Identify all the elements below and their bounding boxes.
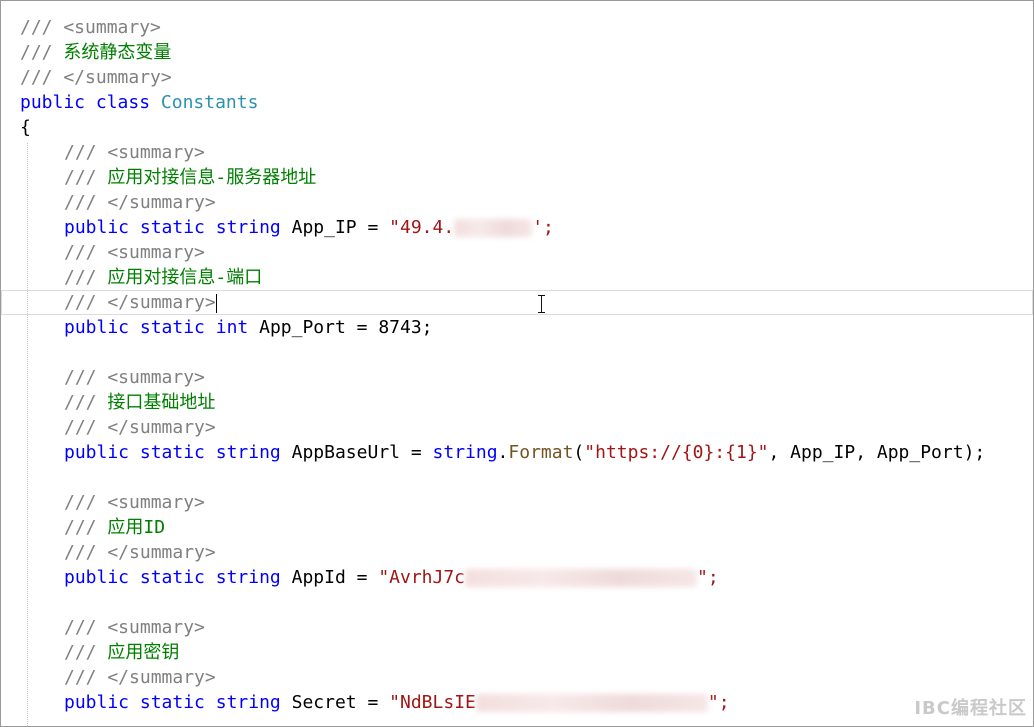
- doc-summary-open: /// <summary>: [64, 367, 205, 388]
- keyword: public: [64, 317, 130, 338]
- text-cursor-ibeam-icon: [537, 295, 547, 313]
- doc-prefix: ///: [64, 267, 108, 288]
- doc-prefix: ///: [64, 517, 108, 538]
- keyword: static: [139, 217, 205, 238]
- doc-comment-text: 应用对接信息-服务器地址: [107, 167, 317, 188]
- doc-summary-open: /// <summary>: [20, 17, 161, 38]
- code-line: /// 应用对接信息-服务器地址: [1, 165, 1033, 190]
- code-line: /// 系统静态变量: [1, 40, 1033, 65]
- doc-summary-close: /// </summary>: [64, 292, 216, 313]
- code-line-current[interactable]: /// </summary>: [1, 290, 1033, 315]
- format-args: , App_IP, App_Port);: [768, 442, 986, 463]
- code-line: /// <summary>: [1, 615, 1033, 640]
- keyword: string: [215, 442, 281, 463]
- string-literal-tail: ';: [532, 217, 554, 238]
- code-line: /// 接口基础地址: [1, 390, 1033, 415]
- code-line: public static string Secret = "NdBLsIE ";: [1, 690, 1033, 715]
- doc-prefix: ///: [64, 642, 108, 663]
- code-line: /// </summary>: [1, 65, 1033, 90]
- keyword: static: [139, 567, 205, 588]
- code-line: public static string AppId = "AvrhJ7c ";: [1, 565, 1033, 590]
- doc-summary-open: /// <summary>: [64, 242, 205, 263]
- doc-summary-close: /// </summary>: [64, 417, 216, 438]
- brace: {: [20, 117, 31, 138]
- doc-summary-open: /// <summary>: [64, 142, 205, 163]
- code-line: /// <summary>: [1, 240, 1033, 265]
- keyword: static: [139, 317, 205, 338]
- code-line: {: [1, 115, 1033, 140]
- doc-comment-text: 应用密钥: [107, 642, 180, 663]
- doc-summary-open: /// <summary>: [64, 617, 205, 638]
- field-baseurl-name: AppBaseUrl =: [291, 442, 433, 463]
- doc-comment-text: 接口基础地址: [107, 392, 216, 413]
- code-line: public static string AppBaseUrl = string…: [1, 440, 1033, 465]
- string-literal: "AvrhJ7c: [378, 567, 466, 588]
- method-name: Format: [508, 442, 574, 463]
- string-literal: "NdBLsIE: [389, 692, 476, 713]
- doc-comment-text: 应用ID: [107, 517, 166, 538]
- code-line: /// </summary>: [1, 190, 1033, 215]
- keyword: public: [64, 692, 130, 713]
- doc-comment-text: 应用对接信息-端口: [107, 267, 263, 288]
- keyword: class: [95, 92, 151, 113]
- string-literal: "https://{0}:{1}": [584, 442, 769, 463]
- keyword: static: [139, 692, 205, 713]
- keyword: string: [215, 692, 281, 713]
- text-caret: [215, 293, 217, 313]
- string-literal: "49.4.: [389, 217, 455, 238]
- code-line: /// 应用密钥: [1, 640, 1033, 665]
- code-line: public class Constants: [1, 90, 1033, 115]
- doc-summary-close: /// </summary>: [64, 192, 216, 213]
- redacted-blur: [454, 219, 533, 237]
- code-line: public static int App_Port = 8743;: [1, 315, 1033, 340]
- code-line: /// <summary>: [1, 490, 1033, 515]
- member-access-dot: .: [497, 442, 509, 463]
- keyword: string: [215, 567, 281, 588]
- doc-summary-close: /// </summary>: [64, 542, 216, 563]
- class-name: Constants: [160, 92, 259, 113]
- code-line: /// </summary>: [1, 665, 1033, 690]
- watermark: IBC编程社区: [914, 698, 1027, 719]
- string-literal-tail: ";: [707, 692, 730, 713]
- keyword: public: [64, 567, 130, 588]
- code-line: /// 应用ID: [1, 515, 1033, 540]
- field-appid-name: AppId =: [291, 567, 379, 588]
- paren-open: (: [573, 442, 585, 463]
- field-secret-name: Secret =: [291, 692, 390, 713]
- field-port-decl: App_Port = 8743;: [259, 317, 433, 338]
- field-ip-name: App_IP =: [291, 217, 390, 238]
- keyword: int: [215, 317, 249, 338]
- doc-summary-open: /// <summary>: [64, 492, 205, 513]
- code-line: public static string App_IP = "49.4. ';: [1, 215, 1033, 240]
- code-line: /// <summary>: [1, 15, 1033, 40]
- doc-comment-text: 系统静态变量: [63, 42, 172, 63]
- keyword: static: [139, 442, 205, 463]
- keyword: string: [432, 442, 498, 463]
- code-editor[interactable]: /// <summary> /// 系统静态变量 /// </summary> …: [0, 0, 1034, 727]
- code-line: /// 应用对接信息-端口: [1, 265, 1033, 290]
- keyword: string: [215, 217, 281, 238]
- code-line: /// </summary>: [1, 415, 1033, 440]
- doc-prefix: ///: [64, 167, 108, 188]
- doc-prefix: ///: [20, 42, 64, 63]
- code-line: /// <summary>: [1, 365, 1033, 390]
- string-literal-tail: ";: [697, 567, 719, 588]
- keyword: public: [64, 442, 130, 463]
- doc-summary-close: /// </summary>: [20, 67, 172, 88]
- code-line: /// </summary>: [1, 540, 1033, 565]
- doc-summary-close: /// </summary>: [64, 667, 216, 688]
- redacted-blur: [465, 569, 698, 587]
- redacted-blur: [475, 694, 708, 712]
- doc-prefix: ///: [64, 392, 108, 413]
- code-line: /// <summary>: [1, 140, 1033, 165]
- code-area[interactable]: /// <summary> /// 系统静态变量 /// </summary> …: [1, 15, 1033, 715]
- keyword: public: [20, 92, 86, 113]
- keyword: public: [64, 217, 130, 238]
